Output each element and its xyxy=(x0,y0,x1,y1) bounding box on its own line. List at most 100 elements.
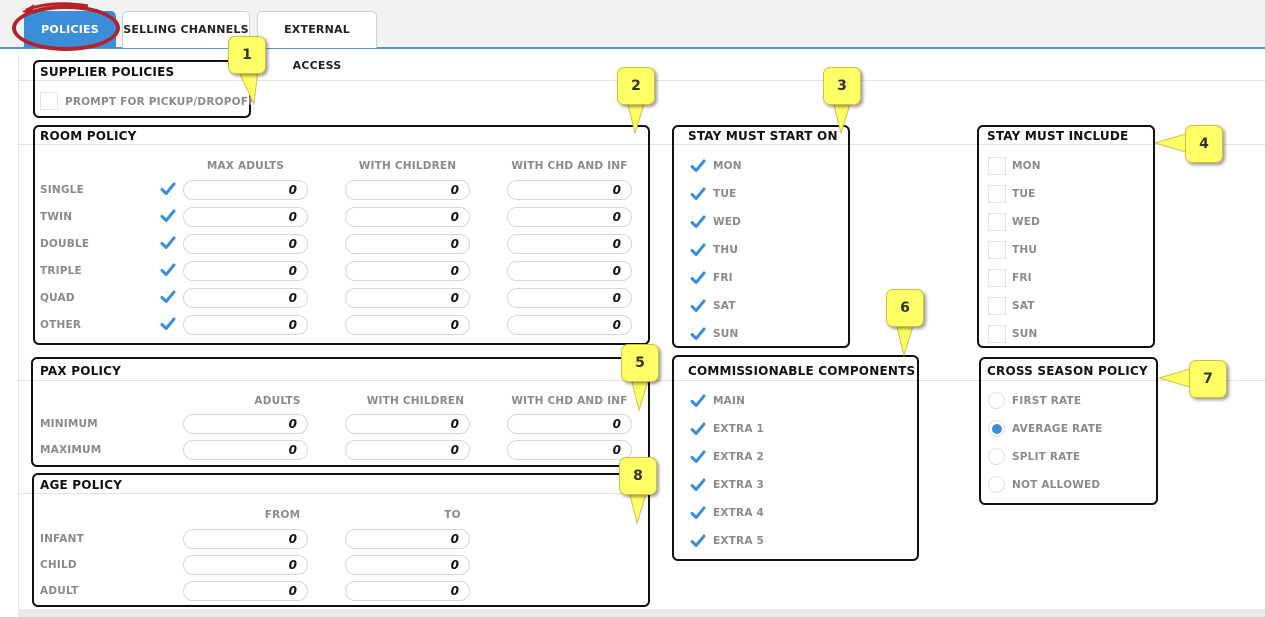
room-row-checkbox[interactable] xyxy=(159,315,177,333)
room-row-label: DOUBLE xyxy=(40,238,90,250)
room-value-input[interactable]: 0 xyxy=(183,180,308,200)
age-row-label: ADULT xyxy=(40,585,79,597)
room-value-input[interactable]: 0 xyxy=(345,180,470,200)
bottom-strip xyxy=(18,609,1265,617)
callout-badge: 6 xyxy=(886,289,924,327)
commission-checkbox[interactable] xyxy=(689,420,707,438)
room-value-input[interactable]: 0 xyxy=(345,315,470,335)
room-row-label: TWIN xyxy=(40,211,73,223)
include-day-checkbox[interactable] xyxy=(988,241,1006,259)
callout-badge: 7 xyxy=(1189,360,1227,398)
room-value-input[interactable]: 0 xyxy=(507,288,632,308)
cross-season-label: FIRST RATE xyxy=(1012,395,1082,407)
start-day-checkbox[interactable] xyxy=(689,325,707,343)
age-policy-box xyxy=(32,473,650,607)
prompt-pickup-checkbox[interactable] xyxy=(40,92,58,110)
callout-pointer xyxy=(1159,367,1193,389)
commission-label: EXTRA 1 xyxy=(713,423,765,435)
include-day-label: TUE xyxy=(1012,188,1036,200)
room-value-input[interactable]: 0 xyxy=(345,234,470,254)
commission-checkbox[interactable] xyxy=(689,392,707,410)
room-value-input[interactable]: 0 xyxy=(345,207,470,227)
pax-value-input[interactable]: 0 xyxy=(507,414,632,434)
stay-include-title: STAY MUST INCLUDE xyxy=(987,129,1129,143)
room-row-checkbox[interactable] xyxy=(159,207,177,225)
include-day-checkbox[interactable] xyxy=(988,213,1006,231)
pax-value-input[interactable]: 0 xyxy=(183,440,308,460)
callout-pointer xyxy=(1155,132,1189,154)
age-value-input[interactable]: 0 xyxy=(345,581,470,601)
age-row-label: CHILD xyxy=(40,559,77,571)
cross-season-radio[interactable] xyxy=(988,476,1005,493)
room-value-input[interactable]: 0 xyxy=(345,288,470,308)
start-day-checkbox[interactable] xyxy=(689,213,707,231)
pax-value-input[interactable]: 0 xyxy=(345,440,470,460)
pax-row-label: MAXIMUM xyxy=(40,444,102,456)
commission-checkbox[interactable] xyxy=(689,532,707,550)
age-value-input[interactable]: 0 xyxy=(183,581,308,601)
room-value-input[interactable]: 0 xyxy=(183,234,308,254)
include-day-checkbox[interactable] xyxy=(988,185,1006,203)
start-day-label: FRI xyxy=(713,272,733,284)
room-value-input[interactable]: 0 xyxy=(345,261,470,281)
room-row-checkbox[interactable] xyxy=(159,180,177,198)
include-day-checkbox[interactable] xyxy=(988,269,1006,287)
tab-external-access[interactable]: EXTERNAL ACCESS xyxy=(257,11,377,72)
start-day-checkbox[interactable] xyxy=(689,241,707,259)
commission-label: EXTRA 4 xyxy=(713,507,765,519)
cross-season-title: CROSS SEASON POLICY xyxy=(987,364,1148,378)
start-day-label: MON xyxy=(713,160,742,172)
pax-policy-title: PAX POLICY xyxy=(40,364,122,378)
cross-season-radio[interactable] xyxy=(988,392,1005,409)
room-row-label: QUAD xyxy=(40,292,75,304)
age-value-input[interactable]: 0 xyxy=(183,529,308,549)
room-value-input[interactable]: 0 xyxy=(183,261,308,281)
room-value-input[interactable]: 0 xyxy=(507,234,632,254)
age-value-input[interactable]: 0 xyxy=(345,529,470,549)
room-header-with-chd-inf: WITH CHD AND INF xyxy=(511,160,628,172)
pax-value-input[interactable]: 0 xyxy=(183,414,308,434)
room-value-input[interactable]: 0 xyxy=(183,207,308,227)
commission-label: MAIN xyxy=(713,395,746,407)
start-day-checkbox[interactable] xyxy=(689,157,707,175)
start-day-label: THU xyxy=(713,244,739,256)
include-day-label: WED xyxy=(1012,216,1041,228)
commission-checkbox[interactable] xyxy=(689,448,707,466)
age-row-label: INFANT xyxy=(40,533,84,545)
start-day-checkbox[interactable] xyxy=(689,185,707,203)
callout-pointer xyxy=(237,70,259,106)
start-day-checkbox[interactable] xyxy=(689,269,707,287)
room-row-label: OTHER xyxy=(40,319,82,331)
callout-badge: 2 xyxy=(617,67,655,105)
room-row-checkbox[interactable] xyxy=(159,261,177,279)
age-value-input[interactable]: 0 xyxy=(345,555,470,575)
room-row-checkbox[interactable] xyxy=(159,288,177,306)
cross-season-radio[interactable] xyxy=(988,448,1005,465)
start-day-checkbox[interactable] xyxy=(689,297,707,315)
room-value-input[interactable]: 0 xyxy=(183,315,308,335)
room-row-label: SINGLE xyxy=(40,184,84,196)
check-icon xyxy=(160,209,176,222)
room-value-input[interactable]: 0 xyxy=(507,315,632,335)
age-value-input[interactable]: 0 xyxy=(183,555,308,575)
include-day-checkbox[interactable] xyxy=(988,297,1006,315)
include-day-checkbox[interactable] xyxy=(988,157,1006,175)
pax-value-input[interactable]: 0 xyxy=(345,414,470,434)
cross-season-radio[interactable] xyxy=(988,420,1005,437)
callout-badge: 8 xyxy=(619,457,657,495)
include-day-checkbox[interactable] xyxy=(988,325,1006,343)
room-value-input[interactable]: 0 xyxy=(507,207,632,227)
highlight-arrow-icon xyxy=(22,2,89,14)
check-icon xyxy=(160,317,176,330)
pax-value-input[interactable]: 0 xyxy=(507,440,632,460)
check-icon xyxy=(160,182,176,195)
commission-checkbox[interactable] xyxy=(689,504,707,522)
room-value-input[interactable]: 0 xyxy=(183,288,308,308)
room-row-checkbox[interactable] xyxy=(159,234,177,252)
room-value-input[interactable]: 0 xyxy=(507,180,632,200)
room-value-input[interactable]: 0 xyxy=(507,261,632,281)
commission-checkbox[interactable] xyxy=(689,476,707,494)
check-icon xyxy=(160,236,176,249)
room-policy-title: ROOM POLICY xyxy=(40,129,137,143)
tab-policies[interactable]: POLICIES xyxy=(24,11,116,48)
